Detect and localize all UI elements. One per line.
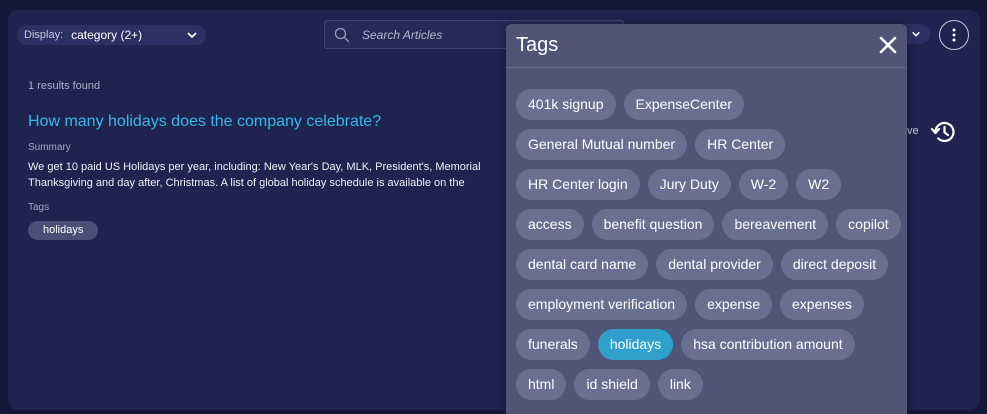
history-icon[interactable] xyxy=(929,117,959,147)
tag-chip[interactable]: ExpenseCenter xyxy=(623,89,745,120)
summary-line: Thanksgiving and day after, Christmas. A… xyxy=(28,177,465,189)
article-summary: We get 10 paid US Holidays per year, inc… xyxy=(28,159,506,191)
display-value: category (2+) xyxy=(71,28,143,42)
summary-line: We get 10 paid US Holidays per year, inc… xyxy=(28,161,481,173)
kebab-menu-icon xyxy=(952,28,956,42)
tag-chip[interactable]: General Mutual number xyxy=(516,129,688,160)
tags-panel: Tags 401k signup ExpenseCenter General M… xyxy=(506,24,907,414)
tag-chip[interactable]: dental provider xyxy=(656,249,773,280)
tag-chip[interactable]: link xyxy=(657,369,703,400)
search-icon xyxy=(334,27,350,42)
tag-chip[interactable]: expenses xyxy=(780,289,864,320)
tag-chip[interactable]: dental card name xyxy=(516,249,649,280)
tag-chip[interactable]: copilot xyxy=(836,209,901,240)
tag-chip[interactable]: direct deposit xyxy=(780,249,889,280)
tag-chip[interactable]: HR Center xyxy=(695,129,786,160)
display-label: Display: xyxy=(24,29,64,41)
close-icon[interactable] xyxy=(878,35,898,55)
tag-chip[interactable]: id shield xyxy=(574,369,650,400)
tag-chip[interactable]: W2 xyxy=(796,169,842,200)
tag-chip[interactable]: employment verification xyxy=(516,289,688,320)
tag-chip[interactable]: expense xyxy=(695,289,772,320)
tag-chip-selected[interactable]: holidays xyxy=(597,329,674,360)
tag-chip[interactable]: Jury Duty xyxy=(647,169,731,200)
tags-panel-header: Tags xyxy=(506,24,907,68)
history-label: ve xyxy=(907,125,919,137)
tag-chip[interactable]: funerals xyxy=(516,329,590,360)
display-select[interactable]: Display: category (2+) xyxy=(17,25,206,45)
chevron-down-icon xyxy=(912,32,920,37)
article-tag[interactable]: holidays xyxy=(28,221,99,240)
tags-label: Tags xyxy=(28,202,50,213)
tag-chip[interactable]: bereavement xyxy=(722,209,829,240)
results-count: 1 results found xyxy=(28,80,101,92)
summary-label: Summary xyxy=(28,142,71,153)
chevron-down-icon xyxy=(187,32,197,38)
tag-chip[interactable]: hsa contribution amount xyxy=(681,329,855,360)
tag-chip[interactable]: 401k signup xyxy=(516,89,616,120)
tag-chip[interactable]: html xyxy=(516,369,567,400)
tag-chip[interactable]: W-2 xyxy=(738,169,789,200)
tags-panel-title: Tags xyxy=(516,34,559,56)
tag-list: 401k signup ExpenseCenter General Mutual… xyxy=(516,89,901,400)
tag-chip[interactable]: HR Center login xyxy=(516,169,640,200)
more-options-button[interactable] xyxy=(939,20,969,50)
tag-chip[interactable]: benefit question xyxy=(591,209,715,240)
tag-chip[interactable]: access xyxy=(516,209,584,240)
article-title-link[interactable]: How many holidays does the company celeb… xyxy=(28,113,381,131)
